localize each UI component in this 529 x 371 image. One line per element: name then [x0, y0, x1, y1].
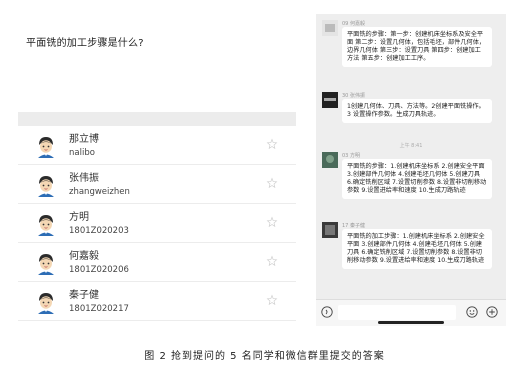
- like-icon[interactable]: [266, 138, 278, 150]
- student-id: 1801Z020217: [69, 304, 129, 314]
- student-name: 那立博: [69, 134, 99, 145]
- student-avatar-icon: [35, 213, 57, 236]
- student-id: zhangweizhen: [69, 187, 130, 197]
- student-avatar-icon: [35, 174, 57, 197]
- like-icon[interactable]: [266, 294, 278, 306]
- figure-caption: 图 2 抢到提问的 5 名同学和微信群里提交的答案: [144, 351, 385, 362]
- student-id: nalibo: [69, 148, 95, 158]
- message-input[interactable]: [338, 305, 456, 320]
- message-bubble[interactable]: 1创建几何体、刀具、方法等。2创建平面铣操作。3 设置操作参数。生成刀具轨迹。: [342, 99, 492, 123]
- timestamp: 上午 8:41: [399, 143, 423, 149]
- student-avatar-icon: [35, 291, 57, 314]
- like-icon[interactable]: [266, 255, 278, 267]
- student-row[interactable]: 方明 1801Z020203: [18, 204, 296, 243]
- sender-name: 17 秦子健: [342, 223, 365, 229]
- student-name: 张伟振: [69, 173, 99, 184]
- add-icon[interactable]: [486, 306, 498, 318]
- message-bubble[interactable]: 平面铣的加工步骤：1.创建机床坐标系 2.创建安全平面 3.创建部件几何体 4.…: [342, 229, 492, 269]
- student-list-panel: 平面铣的加工步骤是什么? 那立博 nalibo 张伟振 zhangweizhen 方明 1…: [18, 0, 296, 330]
- wechat-chat-screen: 09 何嘉毅 平面铣的步骤：第一步：创建机床坐标系及安全平面 第二步：设置几何体…: [316, 14, 506, 326]
- sender-name: 03 方明: [342, 153, 360, 159]
- student-row[interactable]: 张伟振 zhangweizhen: [18, 165, 296, 204]
- student-name: 秦子健: [69, 290, 99, 301]
- avatar[interactable]: [322, 222, 338, 238]
- question-text: 平面铣的加工步骤是什么?: [26, 38, 144, 49]
- like-icon[interactable]: [266, 177, 278, 189]
- student-row[interactable]: 何嘉毅 1801Z020206: [18, 243, 296, 282]
- student-avatar-icon: [35, 252, 57, 275]
- message-bubble[interactable]: 平面铣的步骤：1.创建机床坐标系 2.创建安全平面 3.创建部件几何体 4.创建…: [342, 159, 492, 199]
- list-header-bar: [18, 112, 296, 126]
- student-avatar-icon: [35, 135, 57, 158]
- avatar[interactable]: [322, 20, 338, 36]
- student-id: 1801Z020203: [69, 226, 129, 236]
- student-name: 方明: [69, 212, 89, 223]
- sender-name: 30 张伟振: [342, 93, 365, 99]
- sender-name: 09 何嘉毅: [342, 21, 365, 27]
- home-indicator: [378, 321, 444, 324]
- student-name: 何嘉毅: [69, 251, 99, 262]
- emoji-icon[interactable]: [466, 306, 478, 318]
- avatar[interactable]: [322, 152, 338, 168]
- message-bubble[interactable]: 平面铣的步骤：第一步：创建机床坐标系及安全平面 第二步：设置几何体，包括毛坯，部…: [342, 27, 492, 67]
- student-id: 1801Z020206: [69, 265, 129, 275]
- voice-icon[interactable]: [321, 306, 333, 318]
- avatar[interactable]: [322, 92, 338, 108]
- like-icon[interactable]: [266, 216, 278, 228]
- student-row[interactable]: 秦子健 1801Z020217: [18, 282, 296, 321]
- student-row[interactable]: 那立博 nalibo: [18, 126, 296, 165]
- student-list: 那立博 nalibo 张伟振 zhangweizhen 方明 1801Z020203 何嘉毅…: [18, 126, 296, 321]
